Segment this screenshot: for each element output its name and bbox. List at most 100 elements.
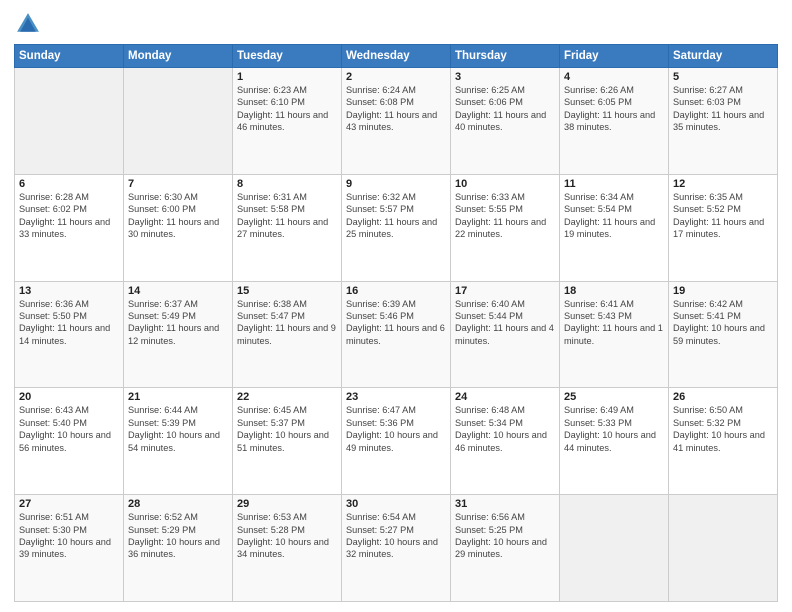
day-number: 22 — [237, 391, 337, 403]
calendar-cell: 8Sunrise: 6:31 AMSunset: 5:58 PMDaylight… — [233, 174, 342, 281]
logo — [14, 10, 46, 38]
day-number: 14 — [128, 285, 228, 297]
day-header-saturday: Saturday — [669, 45, 778, 68]
day-number: 3 — [455, 71, 555, 83]
day-number: 17 — [455, 285, 555, 297]
calendar-cell: 3Sunrise: 6:25 AMSunset: 6:06 PMDaylight… — [451, 68, 560, 175]
calendar-cell: 1Sunrise: 6:23 AMSunset: 6:10 PMDaylight… — [233, 68, 342, 175]
day-number: 28 — [128, 498, 228, 510]
day-info: Sunrise: 6:53 AMSunset: 5:28 PMDaylight:… — [237, 511, 337, 561]
calendar-cell: 30Sunrise: 6:54 AMSunset: 5:27 PMDayligh… — [342, 495, 451, 602]
day-info: Sunrise: 6:31 AMSunset: 5:58 PMDaylight:… — [237, 191, 337, 241]
day-number: 6 — [19, 178, 119, 190]
calendar-cell: 16Sunrise: 6:39 AMSunset: 5:46 PMDayligh… — [342, 281, 451, 388]
day-number: 5 — [673, 71, 773, 83]
day-header-wednesday: Wednesday — [342, 45, 451, 68]
day-info: Sunrise: 6:44 AMSunset: 5:39 PMDaylight:… — [128, 404, 228, 454]
calendar-cell: 23Sunrise: 6:47 AMSunset: 5:36 PMDayligh… — [342, 388, 451, 495]
day-number: 9 — [346, 178, 446, 190]
calendar-cell: 10Sunrise: 6:33 AMSunset: 5:55 PMDayligh… — [451, 174, 560, 281]
calendar-cell: 6Sunrise: 6:28 AMSunset: 6:02 PMDaylight… — [15, 174, 124, 281]
day-info: Sunrise: 6:27 AMSunset: 6:03 PMDaylight:… — [673, 84, 773, 134]
calendar-cell: 25Sunrise: 6:49 AMSunset: 5:33 PMDayligh… — [560, 388, 669, 495]
day-number: 12 — [673, 178, 773, 190]
day-info: Sunrise: 6:25 AMSunset: 6:06 PMDaylight:… — [455, 84, 555, 134]
day-info: Sunrise: 6:34 AMSunset: 5:54 PMDaylight:… — [564, 191, 664, 241]
day-info: Sunrise: 6:56 AMSunset: 5:25 PMDaylight:… — [455, 511, 555, 561]
day-info: Sunrise: 6:36 AMSunset: 5:50 PMDaylight:… — [19, 298, 119, 348]
day-info: Sunrise: 6:33 AMSunset: 5:55 PMDaylight:… — [455, 191, 555, 241]
calendar-cell: 20Sunrise: 6:43 AMSunset: 5:40 PMDayligh… — [15, 388, 124, 495]
calendar-cell: 24Sunrise: 6:48 AMSunset: 5:34 PMDayligh… — [451, 388, 560, 495]
day-info: Sunrise: 6:38 AMSunset: 5:47 PMDaylight:… — [237, 298, 337, 348]
calendar-cell: 28Sunrise: 6:52 AMSunset: 5:29 PMDayligh… — [124, 495, 233, 602]
calendar-cell: 31Sunrise: 6:56 AMSunset: 5:25 PMDayligh… — [451, 495, 560, 602]
day-number: 31 — [455, 498, 555, 510]
day-number: 2 — [346, 71, 446, 83]
logo-icon — [14, 10, 42, 38]
day-number: 10 — [455, 178, 555, 190]
day-number: 13 — [19, 285, 119, 297]
calendar-cell — [669, 495, 778, 602]
day-number: 4 — [564, 71, 664, 83]
calendar-cell: 14Sunrise: 6:37 AMSunset: 5:49 PMDayligh… — [124, 281, 233, 388]
day-number: 26 — [673, 391, 773, 403]
day-number: 30 — [346, 498, 446, 510]
calendar-cell — [124, 68, 233, 175]
day-header-monday: Monday — [124, 45, 233, 68]
day-info: Sunrise: 6:50 AMSunset: 5:32 PMDaylight:… — [673, 404, 773, 454]
calendar-cell: 12Sunrise: 6:35 AMSunset: 5:52 PMDayligh… — [669, 174, 778, 281]
day-number: 24 — [455, 391, 555, 403]
day-number: 19 — [673, 285, 773, 297]
day-number: 15 — [237, 285, 337, 297]
day-header-friday: Friday — [560, 45, 669, 68]
day-info: Sunrise: 6:26 AMSunset: 6:05 PMDaylight:… — [564, 84, 664, 134]
calendar-cell: 9Sunrise: 6:32 AMSunset: 5:57 PMDaylight… — [342, 174, 451, 281]
day-info: Sunrise: 6:28 AMSunset: 6:02 PMDaylight:… — [19, 191, 119, 241]
calendar-cell: 26Sunrise: 6:50 AMSunset: 5:32 PMDayligh… — [669, 388, 778, 495]
day-info: Sunrise: 6:49 AMSunset: 5:33 PMDaylight:… — [564, 404, 664, 454]
calendar-cell: 7Sunrise: 6:30 AMSunset: 6:00 PMDaylight… — [124, 174, 233, 281]
calendar-cell: 15Sunrise: 6:38 AMSunset: 5:47 PMDayligh… — [233, 281, 342, 388]
day-info: Sunrise: 6:48 AMSunset: 5:34 PMDaylight:… — [455, 404, 555, 454]
calendar-cell: 5Sunrise: 6:27 AMSunset: 6:03 PMDaylight… — [669, 68, 778, 175]
calendar-cell: 19Sunrise: 6:42 AMSunset: 5:41 PMDayligh… — [669, 281, 778, 388]
day-number: 7 — [128, 178, 228, 190]
calendar-body: 1Sunrise: 6:23 AMSunset: 6:10 PMDaylight… — [15, 68, 778, 602]
calendar-cell: 11Sunrise: 6:34 AMSunset: 5:54 PMDayligh… — [560, 174, 669, 281]
calendar-cell — [15, 68, 124, 175]
calendar-cell: 18Sunrise: 6:41 AMSunset: 5:43 PMDayligh… — [560, 281, 669, 388]
calendar-cell: 17Sunrise: 6:40 AMSunset: 5:44 PMDayligh… — [451, 281, 560, 388]
day-info: Sunrise: 6:35 AMSunset: 5:52 PMDaylight:… — [673, 191, 773, 241]
day-info: Sunrise: 6:40 AMSunset: 5:44 PMDaylight:… — [455, 298, 555, 348]
header — [14, 10, 778, 38]
week-row-1: 6Sunrise: 6:28 AMSunset: 6:02 PMDaylight… — [15, 174, 778, 281]
day-number: 18 — [564, 285, 664, 297]
calendar-cell: 29Sunrise: 6:53 AMSunset: 5:28 PMDayligh… — [233, 495, 342, 602]
week-row-0: 1Sunrise: 6:23 AMSunset: 6:10 PMDaylight… — [15, 68, 778, 175]
calendar-cell: 13Sunrise: 6:36 AMSunset: 5:50 PMDayligh… — [15, 281, 124, 388]
calendar-cell: 2Sunrise: 6:24 AMSunset: 6:08 PMDaylight… — [342, 68, 451, 175]
calendar-cell: 27Sunrise: 6:51 AMSunset: 5:30 PMDayligh… — [15, 495, 124, 602]
day-info: Sunrise: 6:43 AMSunset: 5:40 PMDaylight:… — [19, 404, 119, 454]
day-info: Sunrise: 6:23 AMSunset: 6:10 PMDaylight:… — [237, 84, 337, 134]
header-row: SundayMondayTuesdayWednesdayThursdayFrid… — [15, 45, 778, 68]
day-number: 8 — [237, 178, 337, 190]
day-header-sunday: Sunday — [15, 45, 124, 68]
day-info: Sunrise: 6:42 AMSunset: 5:41 PMDaylight:… — [673, 298, 773, 348]
day-info: Sunrise: 6:30 AMSunset: 6:00 PMDaylight:… — [128, 191, 228, 241]
week-row-4: 27Sunrise: 6:51 AMSunset: 5:30 PMDayligh… — [15, 495, 778, 602]
day-number: 16 — [346, 285, 446, 297]
calendar-cell: 22Sunrise: 6:45 AMSunset: 5:37 PMDayligh… — [233, 388, 342, 495]
page: SundayMondayTuesdayWednesdayThursdayFrid… — [0, 0, 792, 612]
day-number: 27 — [19, 498, 119, 510]
calendar-cell: 4Sunrise: 6:26 AMSunset: 6:05 PMDaylight… — [560, 68, 669, 175]
day-info: Sunrise: 6:39 AMSunset: 5:46 PMDaylight:… — [346, 298, 446, 348]
day-info: Sunrise: 6:51 AMSunset: 5:30 PMDaylight:… — [19, 511, 119, 561]
day-info: Sunrise: 6:52 AMSunset: 5:29 PMDaylight:… — [128, 511, 228, 561]
day-header-tuesday: Tuesday — [233, 45, 342, 68]
day-info: Sunrise: 6:41 AMSunset: 5:43 PMDaylight:… — [564, 298, 664, 348]
calendar-cell — [560, 495, 669, 602]
day-number: 11 — [564, 178, 664, 190]
day-number: 21 — [128, 391, 228, 403]
